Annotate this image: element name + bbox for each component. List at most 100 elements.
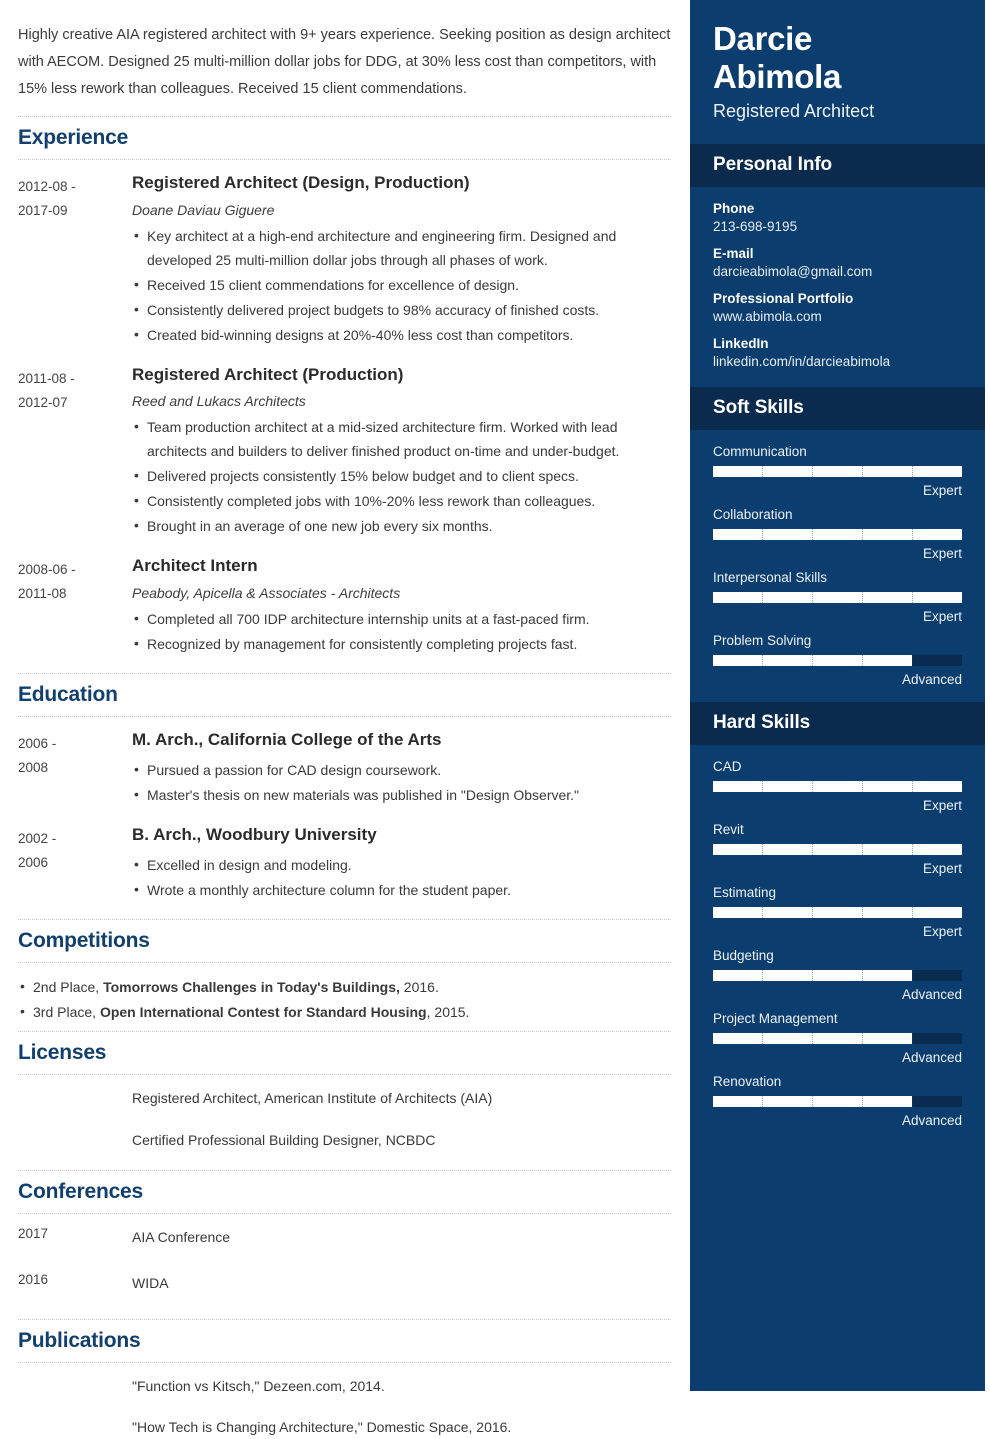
sidebar-heading-hard-skills: Hard Skills (690, 702, 985, 746)
list-item: Master's thesis on new materials was pub… (132, 782, 671, 807)
section-heading-education: Education (18, 672, 671, 717)
list-item: Consistently delivered project budgets t… (132, 297, 671, 322)
skill-bar-tick (763, 907, 813, 919)
sidebar-heading-soft-skills: Soft Skills (690, 387, 985, 431)
skill-level: Expert (922, 861, 962, 877)
skill-name: Problem Solving (713, 633, 812, 649)
skill-bar-tick (763, 781, 813, 793)
experience-entry: 2011-08 -2012-07 Registered Architect (Pr… (18, 364, 671, 539)
hard-skill: Renovation Advanced (713, 1074, 962, 1128)
skill-bar-tick (863, 1033, 913, 1045)
list-item: Excelled in design and modeling. (132, 852, 671, 877)
skill-level: Advanced (901, 672, 962, 688)
skill-bar-tick (913, 529, 962, 540)
entry-title: Architect Intern (132, 556, 258, 576)
skill-bar-tick (763, 466, 813, 478)
publication-item: "Function vs Kitsch," Dezeen.com, 2014. (132, 1377, 385, 1394)
section-conferences: Conferences 2017 AIA Conference 2016 WIDA (18, 1170, 671, 1295)
personal-info-value: darcieabimola@gmail.com (713, 264, 873, 280)
hard-skill: Project Management Advanced (713, 1011, 962, 1065)
list-item: Team production architect at a mid-sized… (132, 414, 671, 463)
skill-bar-tick (813, 466, 863, 478)
skill-bar-tick (913, 1033, 962, 1044)
entry-title: M. Arch., California College of the Arts (132, 729, 442, 749)
entry-date: 2011-08 -2012-07 (18, 370, 75, 410)
skill-bar-tick (713, 592, 763, 604)
skill-bar-tick (913, 970, 962, 981)
skill-bar-tick (813, 970, 863, 982)
section-experience: Experience 2012-08 -2017-09 Registered Ar… (18, 116, 671, 656)
soft-skills-list: Communication Expert Collaboration Expert In… (690, 430, 985, 702)
conference-row: 2017 AIA Conference (18, 1226, 671, 1248)
section-licenses: Licenses Registered Architect, American … (18, 1031, 671, 1151)
skill-bar-ticks (713, 1033, 962, 1045)
skill-bar-tick (863, 907, 913, 919)
skill-bar (713, 970, 962, 982)
entry-company: Peabody, Apicella & Associates - Archite… (132, 584, 401, 601)
skill-level: Advanced (901, 1113, 962, 1129)
skill-bar-tick (863, 529, 913, 541)
entry-company: Doane Daviau Giguere (132, 201, 275, 218)
skill-bar-tick (763, 529, 813, 541)
skill-bar-tick (813, 1096, 863, 1108)
hard-skills-list: CAD Expert Revit Expert Estimating Expert Budg… (690, 745, 985, 1143)
entry-body: Architect Intern Peabody, Apicella & Asso… (132, 555, 671, 656)
conference-year: 2017 (18, 1226, 49, 1242)
personal-info-value: linkedin.com/in/darcieabimola (713, 354, 891, 370)
skill-bar (713, 592, 962, 604)
skill-bar-tick (813, 1033, 863, 1045)
personal-info-value: 213-698-9195 (713, 219, 798, 235)
candidate-first-name: Darcie (713, 20, 813, 57)
entry-bullets: Pursued a passion for CAD design coursew… (132, 757, 671, 807)
skill-name: Interpersonal Skills (713, 570, 828, 586)
skill-level: Expert (922, 924, 962, 940)
entry-body: Registered Architect (Design, Production… (132, 172, 671, 347)
skill-bar-tick (863, 781, 913, 793)
section-competitions: Competitions 2nd Place, Tomorrows Challe… (18, 919, 671, 1031)
list-item: Received 15 client commendations for exc… (132, 272, 671, 297)
conferences-list: 2017 AIA Conference 2016 WIDA (18, 1226, 671, 1295)
experience-list: 2012-08 -2017-09 Registered Architect (De… (18, 172, 671, 656)
section-heading-licenses: Licenses (18, 1031, 671, 1076)
section-heading-publications: Publications (18, 1318, 671, 1363)
skill-bar (713, 655, 962, 667)
professional-summary: Highly creative AIA registered architect… (18, 27, 671, 97)
entry-date: 2012-08 -2017-09 (18, 179, 76, 219)
skill-level: Expert (922, 609, 962, 625)
personal-info-value: www.abimola.com (713, 309, 822, 325)
skill-bar (713, 1096, 962, 1108)
section-publications: Publications "Function vs Kitsch," Dezee… (18, 1318, 671, 1439)
skill-bar-tick (913, 781, 962, 792)
skill-bar-tick (913, 844, 962, 855)
hard-skill: Budgeting Advanced (713, 948, 962, 1002)
skill-bar-tick (913, 907, 962, 918)
section-heading-experience: Experience (18, 116, 671, 161)
entry-title: Registered Architect (Design, Production… (132, 173, 470, 193)
skill-bar-tick (813, 781, 863, 793)
skill-bar-ticks (713, 655, 962, 667)
entry-bullets: Team production architect at a mid-sized… (132, 414, 671, 538)
conference-year: 2016 (18, 1272, 49, 1288)
skill-name: Renovation (713, 1074, 782, 1090)
skill-bar-ticks (713, 592, 962, 604)
soft-skill: Communication Expert (713, 444, 962, 498)
list-item: Brought in an average of one new job eve… (132, 513, 671, 538)
soft-skill: Interpersonal Skills Expert (713, 570, 962, 624)
skill-bar-tick (713, 970, 763, 982)
hard-skill: CAD Expert (713, 759, 962, 813)
education-entry: 2002 -2006 B. Arch., Woodbury University E… (18, 824, 671, 903)
skill-level: Expert (922, 798, 962, 814)
skill-bar-tick (863, 466, 913, 478)
competition-item: 2nd Place, Tomorrows Challenges in Today… (18, 974, 671, 999)
personal-info-label: Phone (713, 201, 755, 217)
candidate-role: Registered Architect (713, 101, 875, 122)
entry-title: Registered Architect (Production) (132, 364, 404, 384)
entry-body: M. Arch., California College of the Arts… (132, 729, 671, 808)
skill-bar-tick (863, 655, 913, 667)
skill-bar-tick (863, 592, 913, 604)
skill-bar-ticks (713, 1096, 962, 1108)
sidebar: Darcie Abimola Registered Architect Pers… (690, 0, 985, 1391)
competitions-list: 2nd Place, Tomorrows Challenges in Today… (18, 974, 671, 1024)
candidate-last-name: Abimola (713, 57, 842, 95)
skill-bar-tick (713, 781, 763, 793)
